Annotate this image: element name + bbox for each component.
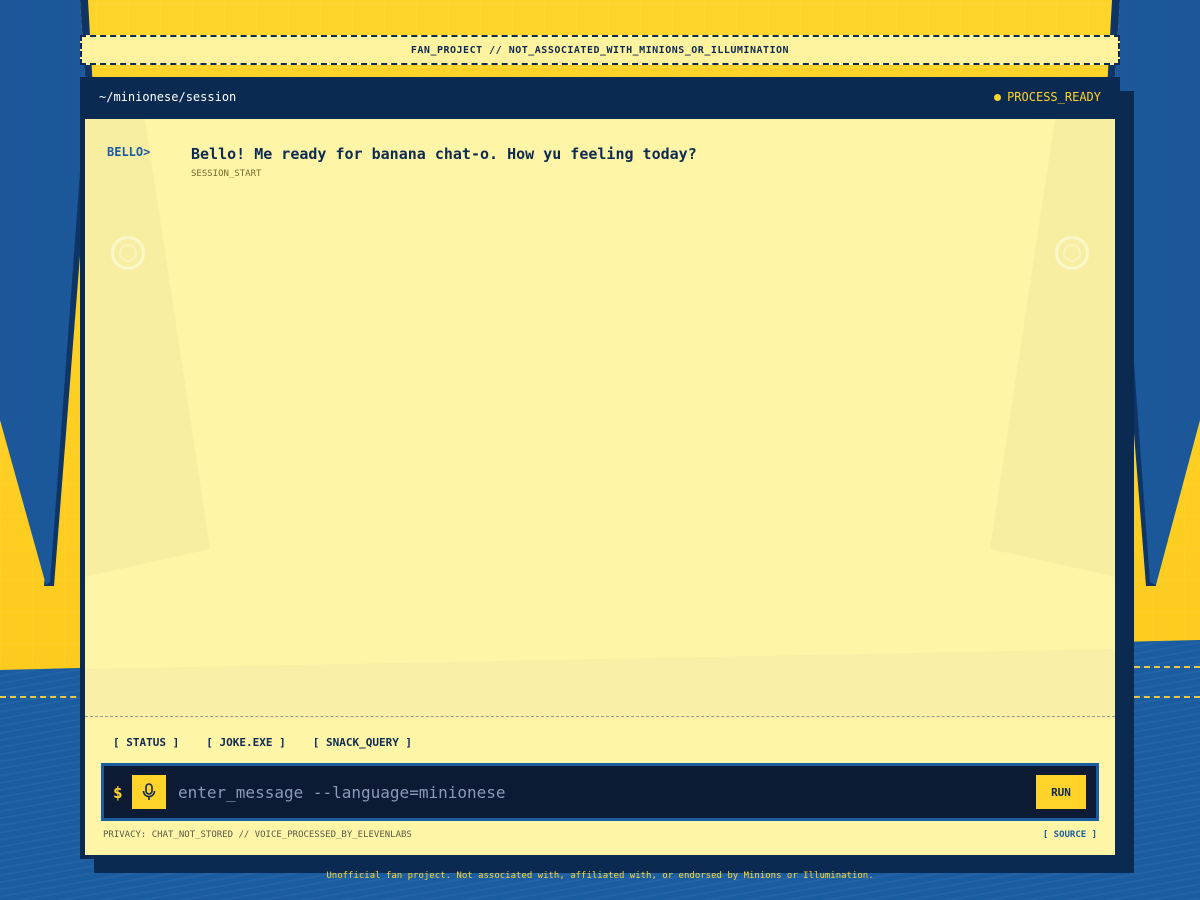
message-meta: SESSION_START: [191, 169, 262, 179]
chat-screen[interactable]: BELLO> Bello! Me ready for banana chat-o…: [85, 119, 1115, 855]
microphone-button[interactable]: [132, 775, 166, 809]
snack-query-button[interactable]: [ SNACK_QUERY ]: [313, 736, 412, 749]
terminal-window: ~/minionese/session PROCESS_READY BELLO>…: [80, 77, 1120, 859]
message-text: Bello! Me ready for banana chat-o. How y…: [191, 145, 697, 163]
stitch-line-right: [1134, 666, 1200, 668]
status-dot-icon: [994, 93, 1002, 101]
privacy-note: PRIVACY: CHAT_NOT_STORED // VOICE_PROCES…: [103, 830, 412, 840]
terminal-titlebar: ~/minionese/session PROCESS_READY: [80, 77, 1120, 117]
run-button[interactable]: RUN: [1036, 775, 1086, 809]
lower-band-decor: [85, 649, 1115, 719]
terminal-footer: PRIVACY: CHAT_NOT_STORED // VOICE_PROCES…: [103, 830, 1097, 840]
message-prompt: BELLO>: [107, 145, 151, 159]
status-button[interactable]: [ STATUS ]: [113, 736, 179, 749]
disclaimer-text: FAN_PROJECT // NOT_ASSOCIATED_WITH_MINIO…: [410, 44, 790, 56]
quick-actions: [ STATUS ] [ JOKE.EXE ] [ SNACK_QUERY ]: [113, 736, 412, 749]
goggle-strap-left-decor: [85, 119, 210, 579]
rivet-right-icon: [1055, 236, 1089, 270]
goggle-strap-right-decor: [990, 119, 1115, 579]
message-input-row: $ RUN: [101, 763, 1099, 821]
source-link[interactable]: [ SOURCE ]: [1043, 830, 1097, 840]
rivet-left-icon: [111, 236, 145, 270]
prompt-prefix: $: [113, 782, 123, 802]
process-status-label: PROCESS_READY: [1007, 90, 1101, 104]
message-input[interactable]: [176, 774, 1036, 810]
bottom-disclaimer: Unofficial fan project. Not associated w…: [326, 871, 874, 881]
process-status: PROCESS_READY: [994, 90, 1101, 104]
session-path: ~/minionese/session: [99, 90, 237, 104]
disclaimer-banner: FAN_PROJECT // NOT_ASSOCIATED_WITH_MINIO…: [80, 35, 1120, 65]
joke-button[interactable]: [ JOKE.EXE ]: [206, 736, 285, 749]
input-divider: [85, 716, 1115, 717]
microphone-icon: [142, 783, 156, 800]
